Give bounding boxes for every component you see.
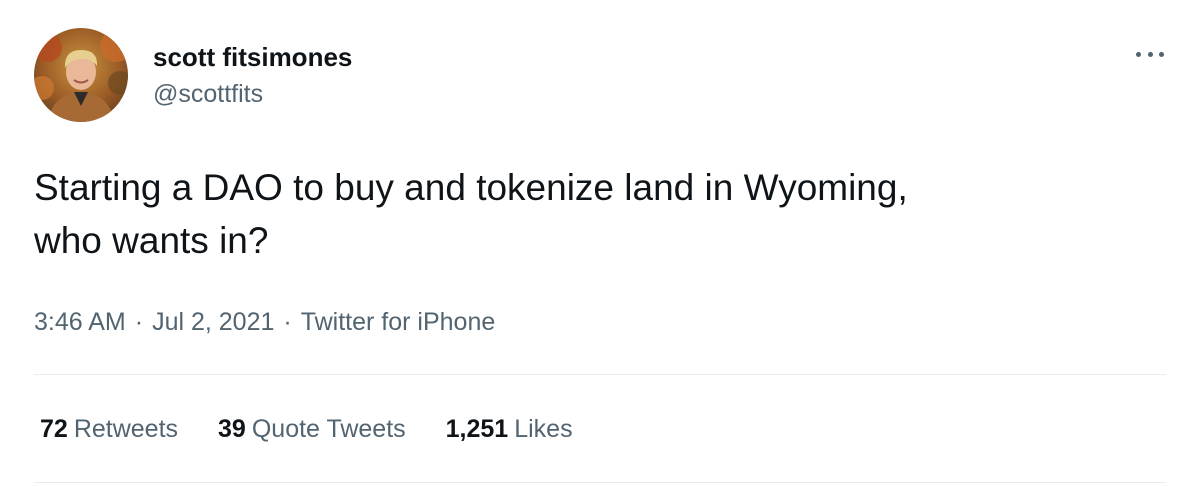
tweet-stats: 72 Retweets 39 Quote Tweets 1,251 Likes xyxy=(40,411,613,447)
more-horizontal-icon-dot xyxy=(1159,51,1164,57)
retweets-label: Retweets xyxy=(73,415,179,443)
tweet-header: scott fitsimones @scottfits xyxy=(34,28,352,122)
more-horizontal-icon xyxy=(1136,51,1141,57)
author-display-name[interactable]: scott fitsimones xyxy=(153,41,352,73)
more-horizontal-icon-dot xyxy=(1147,51,1153,57)
tweet-text-line: who wants in? xyxy=(34,220,269,261)
tweet-time[interactable]: 3:46 AM xyxy=(34,308,126,336)
retweets-count: 72 xyxy=(40,415,68,443)
tweet-date[interactable]: Jul 2, 2021 xyxy=(152,308,274,336)
divider xyxy=(34,482,1166,483)
tweet-card: scott fitsimones @scottfits Starting a D… xyxy=(0,0,1200,486)
avatar-photo xyxy=(34,28,128,122)
more-options-button[interactable] xyxy=(1136,44,1164,64)
author-names: scott fitsimones @scottfits xyxy=(153,41,352,110)
likes-count: 1,251 xyxy=(445,415,509,443)
meta-separator: · xyxy=(283,308,292,336)
tweet-source[interactable]: Twitter for iPhone xyxy=(301,308,496,336)
likes-stat[interactable]: 1,251 Likes xyxy=(446,411,573,447)
tweet-text-line: Starting a DAO to buy and tokenize land … xyxy=(34,167,908,208)
likes-label: Likes xyxy=(514,415,573,443)
quote-tweets-count: 39 xyxy=(218,415,246,443)
avatar[interactable] xyxy=(34,28,128,122)
meta-separator: · xyxy=(134,308,144,336)
quote-tweets-stat[interactable]: 39 Quote Tweets xyxy=(218,411,406,447)
tweet-meta: 3:46 AM · Jul 2, 2021 · Twitter for iPhone xyxy=(34,304,495,340)
divider xyxy=(34,374,1166,375)
tweet-text: Starting a DAO to buy and tokenize land … xyxy=(34,161,1154,267)
author-handle[interactable]: @scottfits xyxy=(153,78,352,110)
retweets-stat[interactable]: 72 Retweets xyxy=(40,411,178,447)
quote-tweets-label: Quote Tweets xyxy=(251,415,406,443)
